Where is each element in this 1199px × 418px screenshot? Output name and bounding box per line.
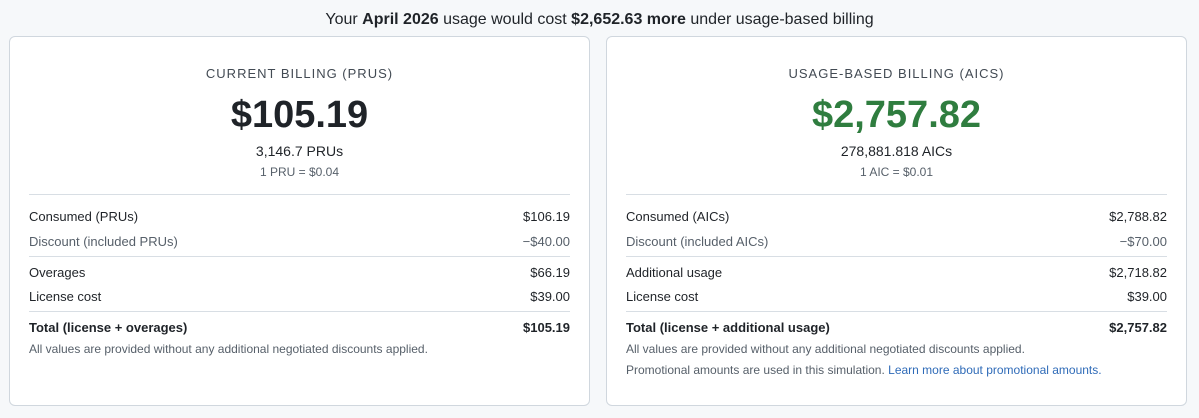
row-label: License cost	[626, 288, 699, 304]
current-billing-amount: $105.19	[230, 94, 369, 136]
headline-month: April 2026	[362, 11, 439, 28]
usage-billing-units: 278,881.818 AICs	[840, 143, 953, 159]
row-overages: Overages $66.19	[29, 262, 570, 282]
current-billing-rate: 1 PRU = $0.04	[259, 165, 340, 179]
row-label: Additional usage	[626, 264, 723, 280]
row-label: Total (license + overages)	[29, 319, 188, 335]
row-total: Total (license + overages) $105.19	[29, 317, 570, 337]
row-label: Consumed (PRUs)	[29, 208, 139, 224]
headline-suffix: under usage-based billing	[685, 11, 874, 28]
discount-note: All values are provided without any addi…	[626, 342, 1025, 356]
usage-billing-card: USAGE-BASED BILLING (AICS) $2,757.82 278…	[606, 36, 1187, 406]
row-label: Discount (included AICs)	[626, 233, 769, 249]
row-label: Consumed (AICs)	[626, 208, 730, 224]
row-value: $2,757.82	[1109, 319, 1167, 335]
row-discount: Discount (included PRUs) −$40.00	[29, 231, 570, 251]
usage-billing-title: USAGE-BASED BILLING (AICS)	[788, 66, 1005, 81]
row-label: Total (license + additional usage)	[626, 319, 830, 335]
promo-note: Promotional amounts are used in this sim…	[626, 363, 1167, 377]
headline-middle: usage would cost	[438, 11, 572, 28]
current-billing-units: 3,146.7 PRUs	[255, 143, 344, 159]
row-label: Discount (included PRUs)	[29, 233, 178, 249]
divider	[29, 311, 570, 312]
row-consumed: Consumed (AICs) $2,788.82	[626, 206, 1167, 226]
headline-amount: $2,652.63 more	[571, 11, 686, 28]
row-discount: Discount (included AICs) −$70.00	[626, 231, 1167, 251]
row-value: $106.19	[523, 208, 570, 224]
row-label: License cost	[29, 288, 102, 304]
row-value: $2,788.82	[1109, 208, 1167, 224]
headline-prefix: Your	[325, 11, 363, 28]
current-billing-title: CURRENT BILLING (PRUS)	[205, 66, 394, 81]
divider	[29, 194, 570, 195]
learn-more-promotional-link[interactable]: Learn more about promotional amounts.	[888, 363, 1101, 377]
divider	[29, 256, 570, 257]
row-value: −$40.00	[522, 233, 570, 249]
divider	[626, 311, 1167, 312]
usage-cost-headline: Your April 2026 usage would cost $2,652.…	[0, 10, 1199, 30]
row-license-cost: License cost $39.00	[626, 286, 1167, 306]
discount-note: All values are provided without any addi…	[29, 342, 428, 356]
row-value: $39.00	[1127, 288, 1167, 304]
row-value: $105.19	[523, 319, 570, 335]
row-value: $2,718.82	[1109, 264, 1167, 280]
divider	[626, 194, 1167, 195]
promo-text: Promotional amounts are used in this sim…	[626, 363, 889, 377]
usage-billing-amount: $2,757.82	[811, 94, 982, 136]
row-license-cost: License cost $39.00	[29, 286, 570, 306]
usage-billing-rate: 1 AIC = $0.01	[859, 165, 934, 179]
row-consumed: Consumed (PRUs) $106.19	[29, 206, 570, 226]
divider	[626, 256, 1167, 257]
row-additional-usage: Additional usage $2,718.82	[626, 262, 1167, 282]
row-value: $39.00	[530, 288, 570, 304]
row-total: Total (license + additional usage) $2,75…	[626, 317, 1167, 337]
current-billing-card: CURRENT BILLING (PRUS) $105.19 3,146.7 P…	[9, 36, 590, 406]
row-value: −$70.00	[1119, 233, 1167, 249]
row-label: Overages	[29, 264, 86, 280]
row-value: $66.19	[530, 264, 570, 280]
